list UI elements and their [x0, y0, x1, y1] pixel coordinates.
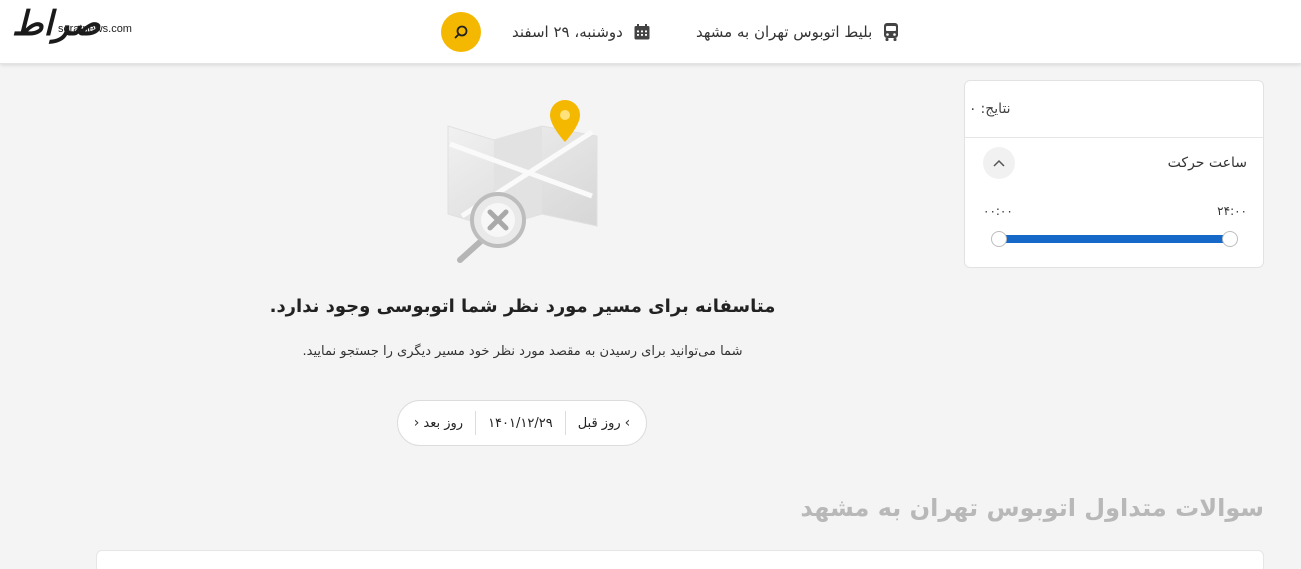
current-date: ۱۴۰۱/۱۲/۲۹	[476, 401, 565, 445]
time-range-slider[interactable]	[999, 235, 1230, 243]
top-header: صراط seratnews.com دوشنبه، ۲۹ اسفند بلیط…	[0, 0, 1301, 64]
divider	[564, 411, 566, 435]
collapse-time-filter-button[interactable]	[983, 147, 1015, 179]
chevron-left-icon: ‹	[413, 415, 420, 431]
header-route[interactable]: بلیط اتوبوس تهران به مشهد	[696, 20, 900, 44]
departure-time-title: ساعت حرکت	[1167, 155, 1247, 171]
search-button[interactable]	[441, 12, 481, 52]
previous-day-button[interactable]: › روز قبل	[566, 401, 643, 445]
site-logo[interactable]: صراط seratnews.com	[10, 4, 145, 48]
previous-day-label: روز قبل	[577, 415, 621, 431]
results-count: ۰	[969, 101, 977, 117]
search-icon	[454, 25, 468, 39]
faq-title: سوالات متداول اتوبوس تهران به مشهد	[800, 494, 1264, 522]
results-label: نتایج:	[980, 101, 1011, 117]
next-day-button[interactable]: روز بعد ‹	[402, 401, 475, 445]
time-min-label: ۰۰:۰۰	[983, 204, 1013, 218]
time-max-label: ۲۴:۰۰	[1217, 204, 1247, 218]
divider	[475, 411, 477, 435]
header-date[interactable]: دوشنبه، ۲۹ اسفند	[512, 20, 651, 44]
results-count-row: نتایج: ۰	[965, 81, 1263, 138]
next-day-label: روز بعد	[423, 415, 464, 431]
chevron-up-icon	[993, 159, 1005, 167]
empty-state-subtitle: شما می‌توانید برای رسیدن به مقصد مورد نظ…	[302, 344, 743, 359]
header-route-label: بلیط اتوبوس تهران به مشهد	[696, 23, 873, 41]
bus-icon	[884, 23, 899, 41]
current-date-label: ۱۴۰۱/۱۲/۲۹	[488, 415, 553, 431]
slider-handle-min[interactable]	[991, 231, 1007, 247]
slider-handle-max[interactable]	[1222, 231, 1238, 247]
map-not-found-illustration	[447, 100, 598, 263]
filter-panel: نتایج: ۰ ساعت حرکت ۰۰:۰۰ ۲۴:۰۰	[964, 80, 1264, 268]
chevron-right-icon: ›	[624, 415, 631, 431]
empty-state-title: متاسفانه برای مسیر مورد نظر شما اتوبوسی …	[269, 296, 776, 317]
faq-card	[96, 550, 1264, 569]
logo-site-text: seratnews.com	[58, 23, 132, 35]
date-navigation: › روز قبل ۱۴۰۱/۱۲/۲۹ روز بعد ‹	[397, 400, 647, 446]
header-date-label: دوشنبه، ۲۹ اسفند	[512, 23, 623, 41]
calendar-icon	[634, 24, 650, 40]
